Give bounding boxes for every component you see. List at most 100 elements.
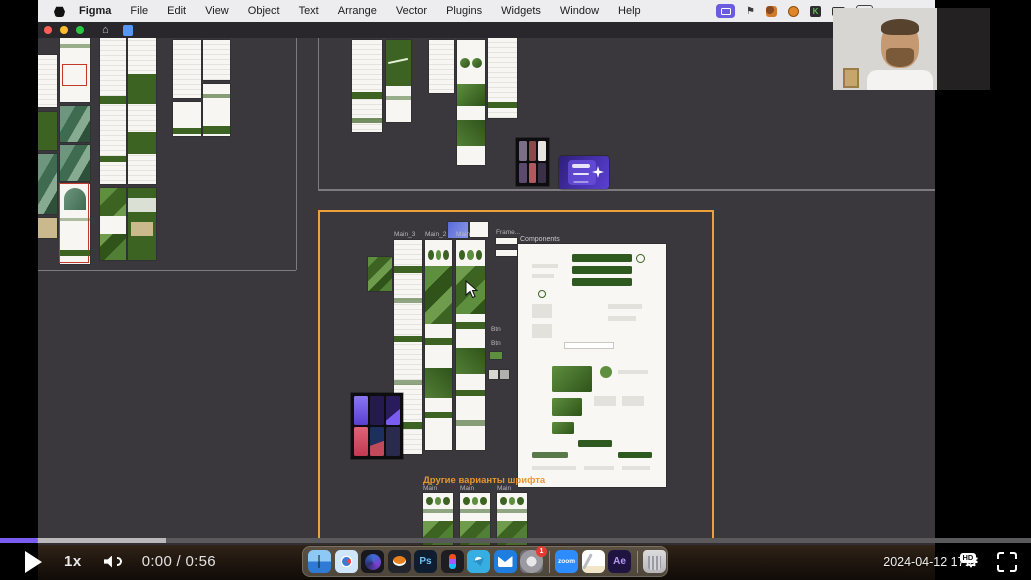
menu-figma[interactable]: Figma: [79, 5, 111, 17]
component-button: [532, 452, 568, 458]
design-frame[interactable]: [457, 40, 485, 165]
menu-vector[interactable]: Vector: [396, 5, 427, 17]
design-frame[interactable]: [352, 40, 382, 132]
component-row: [622, 466, 650, 470]
seek-bar[interactable]: [0, 538, 1031, 543]
component-row: [532, 264, 558, 268]
frame-content: [463, 497, 487, 505]
design-frame[interactable]: [128, 36, 156, 184]
design-frame[interactable]: [429, 40, 454, 93]
components-sheet[interactable]: [518, 244, 666, 487]
swatch-light[interactable]: [489, 370, 498, 379]
font-variants-title[interactable]: Другие варианты шрифта: [423, 475, 545, 486]
frame-main-2[interactable]: [425, 240, 452, 450]
small-frame[interactable]: [496, 238, 517, 244]
phone-mockups-board[interactable]: [351, 393, 403, 459]
variant-frame-label[interactable]: Main: [423, 485, 437, 492]
swatch-green[interactable]: [490, 352, 502, 359]
apple-logo-icon[interactable]: [54, 5, 65, 17]
design-frame[interactable]: [203, 40, 230, 80]
frame-content: [128, 74, 156, 104]
frame-label-main-3[interactable]: Main_3: [394, 231, 415, 238]
design-frame[interactable]: [368, 257, 392, 291]
design-frame[interactable]: [128, 188, 156, 260]
design-frame[interactable]: [38, 218, 57, 238]
zoom-window-button[interactable]: [76, 26, 84, 34]
frame-content: [457, 84, 485, 106]
webcam-background: [937, 8, 990, 90]
frame-content: [173, 128, 201, 134]
menu-view[interactable]: View: [205, 5, 229, 17]
frame-content: [457, 120, 485, 146]
design-frame[interactable]: [38, 55, 57, 107]
frame-content: [394, 336, 422, 342]
figma-home-icon[interactable]: ⌂: [102, 23, 109, 37]
status-app-icon[interactable]: [766, 6, 777, 17]
frame-label-main-2[interactable]: Main_2: [425, 231, 446, 238]
screen-share-indicator-icon[interactable]: [716, 4, 735, 18]
menu-help[interactable]: Help: [618, 5, 641, 17]
fullscreen-button[interactable]: [997, 552, 1017, 572]
variant-frame-label[interactable]: Main: [460, 485, 474, 492]
menu-object[interactable]: Object: [248, 5, 280, 17]
frame-content: [428, 250, 449, 260]
design-frame[interactable]: [488, 38, 517, 118]
small-frame[interactable]: [496, 250, 517, 256]
frame-content: [386, 40, 411, 86]
frame-content: [456, 390, 485, 396]
frame-label-components[interactable]: Components: [520, 236, 560, 243]
design-frame[interactable]: [60, 36, 90, 102]
menu-widgets[interactable]: Widgets: [501, 5, 541, 17]
thumbnail-frame[interactable]: [470, 222, 488, 237]
menu-edit[interactable]: Edit: [167, 5, 186, 17]
swatch-gray[interactable]: [500, 370, 509, 379]
status-browser-icon[interactable]: [788, 6, 799, 17]
frame-main[interactable]: [456, 240, 485, 450]
play-button[interactable]: [25, 551, 42, 573]
menu-file[interactable]: File: [130, 5, 148, 17]
status-utility-icon[interactable]: K: [810, 6, 821, 17]
frame-content: [352, 118, 382, 123]
btn-label[interactable]: Btn: [491, 326, 501, 333]
phone-mockups-board[interactable]: [516, 138, 549, 186]
quality-settings-button[interactable]: ⚙ HD: [959, 550, 983, 574]
component-icon: [636, 254, 645, 263]
close-window-button[interactable]: [44, 26, 52, 34]
design-frame[interactable]: [60, 106, 90, 142]
design-frame[interactable]: [38, 112, 57, 150]
frame-content: [472, 58, 482, 68]
design-frame[interactable]: [60, 184, 90, 264]
design-frame[interactable]: [203, 84, 230, 136]
menu-plugins[interactable]: Plugins: [446, 5, 482, 17]
minimize-window-button[interactable]: [60, 26, 68, 34]
frame-label-main[interactable]: Main: [456, 231, 470, 238]
menu-arrange[interactable]: Arrange: [338, 5, 377, 17]
component-button: [572, 266, 632, 274]
volume-button[interactable]: [104, 556, 122, 568]
menu-text[interactable]: Text: [299, 5, 319, 17]
btn-label[interactable]: Btn: [491, 340, 501, 347]
status-flag-icon[interactable]: ⚑: [746, 6, 755, 17]
frame-label-truncated[interactable]: Frame...: [496, 229, 520, 236]
design-frame[interactable]: [386, 40, 411, 122]
frame-content: [100, 216, 126, 234]
figma-file-tab-icon[interactable]: [123, 25, 133, 36]
design-frame[interactable]: [38, 154, 57, 214]
design-frame[interactable]: [173, 102, 201, 136]
frame-content: [64, 188, 86, 210]
webcam-background: [843, 68, 859, 88]
purple-cover-frame[interactable]: [559, 156, 609, 189]
variant-frame-label[interactable]: Main: [497, 485, 511, 492]
frame-content: [128, 132, 156, 154]
design-frame[interactable]: [173, 40, 201, 98]
playback-speed-button[interactable]: 1x: [64, 553, 82, 570]
frame-content: [394, 298, 422, 303]
design-frame[interactable]: [60, 145, 90, 181]
frame-content: [460, 509, 490, 513]
design-frame[interactable]: [100, 36, 126, 184]
component-image-card: [552, 398, 582, 416]
design-frame[interactable]: [100, 188, 126, 260]
component-button: [618, 452, 652, 458]
frame-content: [426, 497, 450, 505]
menu-window[interactable]: Window: [560, 5, 599, 17]
